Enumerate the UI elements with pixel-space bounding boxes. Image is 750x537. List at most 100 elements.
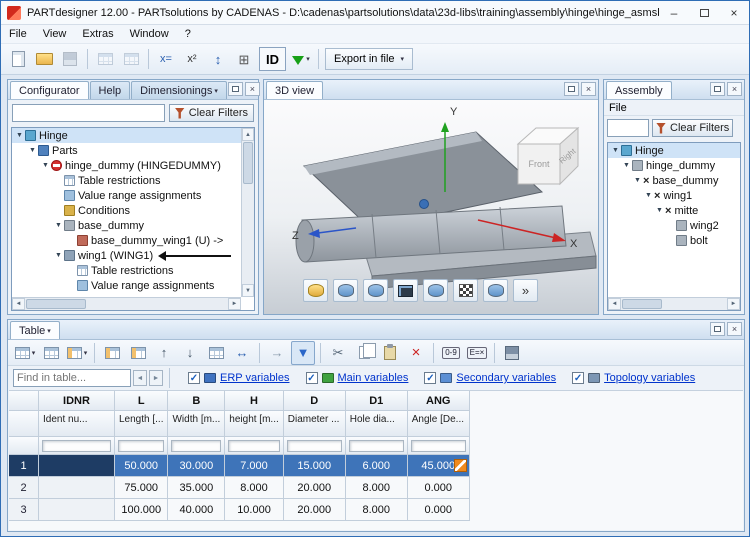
close-panel-button[interactable]: × (727, 82, 742, 96)
tab-configurator[interactable]: Configurator (10, 81, 89, 99)
column-filter-input[interactable] (42, 440, 111, 452)
tree-item-hinge-dummy[interactable]: ▼hinge_dummy (608, 158, 740, 173)
insert-column-left-button[interactable] (100, 341, 124, 365)
row-header[interactable]: 3 (9, 499, 39, 521)
tree-item-conditions[interactable]: Conditions (12, 203, 241, 218)
tab-table[interactable]: Table▾ (10, 321, 60, 339)
checkbox-label[interactable]: Main variables (338, 372, 409, 384)
cell-ang[interactable]: 0.000 (408, 499, 470, 521)
table-options-button[interactable]: ▾ (13, 341, 37, 365)
column-header-b[interactable]: B (168, 391, 225, 411)
table-row-3[interactable]: 3100.00040.00010.00020.0008.0000.000 (9, 499, 470, 521)
cell-b[interactable]: 40.000 (168, 499, 225, 521)
row-header[interactable]: 2 (9, 477, 39, 499)
checkbox-box[interactable]: ✓ (188, 372, 200, 384)
close-button[interactable]: × (719, 1, 749, 24)
tab-dimensionings[interactable]: Dimensionings▾ (131, 81, 227, 99)
tree-item-wing1[interactable]: ▼×wing1 (608, 188, 740, 203)
display-mode-button[interactable] (393, 279, 418, 302)
copy-button[interactable] (352, 341, 376, 365)
render-mode-button[interactable] (423, 279, 448, 302)
checkbox-secondary-variables[interactable]: ✓ Secondary variables (424, 372, 556, 384)
tree-item-mitte[interactable]: ▼×mitte (608, 203, 740, 218)
tree-item-hinge[interactable]: ▼Hinge (608, 143, 740, 158)
column-filter-input[interactable] (171, 440, 221, 452)
menu-file[interactable]: File (1, 26, 35, 42)
column-header-d[interactable]: D (284, 391, 346, 411)
numeric-filter-button[interactable]: 0-9 (439, 341, 463, 365)
checkbox-box[interactable]: ✓ (424, 372, 436, 384)
float-panel-button[interactable] (228, 82, 243, 96)
cell-l[interactable]: 50.000 (115, 455, 168, 477)
cell-d1[interactable]: 8.000 (346, 477, 408, 499)
scroll-thumb[interactable] (243, 142, 253, 184)
expander-icon[interactable]: ▼ (53, 222, 64, 229)
column-options-button[interactable]: ▾ (65, 341, 89, 365)
update-exchange-button[interactable]: ↕ (206, 47, 230, 71)
export-in-file-button[interactable]: Export in file ▾ (325, 48, 413, 70)
scroll-right-button[interactable]: ► (727, 298, 740, 310)
tree-item-value-range-assignments[interactable]: Value range assignments (12, 278, 241, 293)
tree-item-wing1-wing1[interactable]: ▼wing1 (WING1) (12, 248, 241, 263)
checkbox-label[interactable]: ERP variables (220, 372, 290, 384)
menu-help[interactable]: ? (177, 26, 199, 42)
dimensioning-button[interactable] (363, 279, 388, 302)
expander-icon[interactable]: ▼ (40, 162, 51, 169)
menu-view[interactable]: View (35, 26, 75, 42)
clear-filters-button[interactable]: Clear Filters (169, 104, 254, 122)
database-view-button[interactable] (483, 279, 508, 302)
scroll-left-button[interactable]: ◄ (608, 298, 621, 310)
save-table-button[interactable] (500, 341, 524, 365)
texture-button[interactable] (453, 279, 478, 302)
cell-idnr[interactable] (39, 499, 115, 521)
tree-item-table-restrictions[interactable]: Table restrictions (12, 173, 241, 188)
expression-filter-button[interactable]: E=× (465, 341, 489, 365)
feature-cube-button[interactable]: ⊞ (232, 47, 256, 71)
navigation-cube[interactable]: Front Right (518, 128, 578, 184)
delete-row-button[interactable]: × (404, 341, 428, 365)
tree-item-parts[interactable]: ▼Parts (12, 143, 241, 158)
column-filter-input[interactable] (411, 440, 466, 452)
export-geometry-button[interactable] (333, 279, 358, 302)
column-filter-input[interactable] (287, 440, 342, 452)
column-header-idnr[interactable]: IDNR (39, 391, 115, 411)
cell-idnr[interactable] (39, 455, 115, 477)
close-panel-button[interactable]: × (727, 322, 742, 336)
checkbox-box[interactable]: ✓ (572, 372, 584, 384)
save-button[interactable] (58, 47, 82, 71)
cell-h[interactable]: 10.000 (225, 499, 283, 521)
column-header-l[interactable]: L (115, 391, 168, 411)
float-panel-button[interactable] (710, 322, 725, 336)
expander-icon[interactable]: ▼ (643, 192, 654, 199)
close-panel-button[interactable]: × (581, 82, 596, 96)
column-filter-input[interactable] (349, 440, 404, 452)
expander-icon[interactable]: ▼ (621, 162, 632, 169)
new-document-button[interactable] (6, 47, 30, 71)
checkbox-label[interactable]: Secondary variables (456, 372, 556, 384)
open-project-button[interactable] (32, 47, 56, 71)
scroll-right-button[interactable]: ► (228, 298, 241, 310)
edit-cell-icon[interactable] (454, 459, 467, 472)
checkbox-main-variables[interactable]: ✓Main variables (306, 372, 409, 384)
cell-b[interactable]: 35.000 (168, 477, 225, 499)
cell-d[interactable]: 15.000 (284, 455, 346, 477)
table-row-1[interactable]: 150.00030.0007.00015.0006.00045.000 (9, 455, 470, 477)
column-filter-input[interactable] (118, 440, 164, 452)
title-bar[interactable]: PARTdesigner 12.00 - PARTsolutions by CA… (1, 1, 749, 25)
sort-columns-button[interactable]: ↔ (230, 341, 254, 365)
column-filter-input[interactable] (228, 440, 279, 452)
paste-button[interactable] (378, 341, 402, 365)
float-panel-button[interactable] (564, 82, 579, 96)
grid-editor-button[interactable] (119, 47, 143, 71)
column-header-ang[interactable]: ANG (408, 391, 470, 411)
compare-tables-button[interactable] (204, 341, 228, 365)
scroll-down-button[interactable]: ▼ (242, 284, 254, 297)
cut-button[interactable]: ✂ (326, 341, 350, 365)
scroll-thumb[interactable] (622, 299, 662, 309)
cell-l[interactable]: 75.000 (115, 477, 168, 499)
cell-d1[interactable]: 8.000 (346, 499, 408, 521)
cell-ang[interactable]: 0.000 (408, 477, 470, 499)
cell-h[interactable]: 7.000 (225, 455, 283, 477)
expander-icon[interactable]: ▼ (14, 132, 25, 139)
tab-3d-view[interactable]: 3D view (266, 81, 323, 99)
